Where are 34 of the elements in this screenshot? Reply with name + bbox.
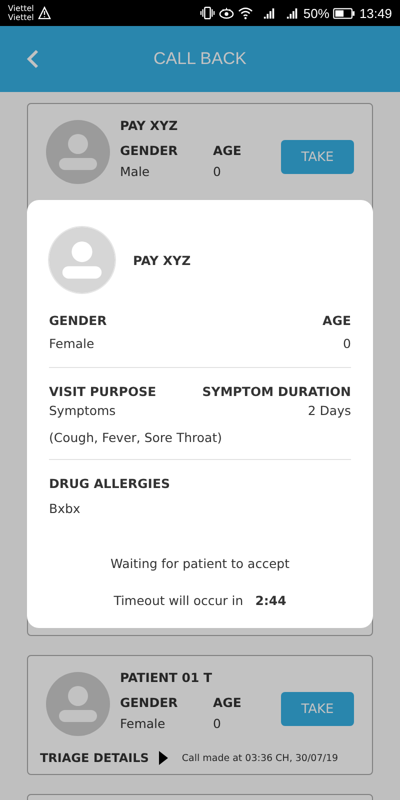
age-label: AGE	[213, 695, 242, 710]
gender-value: Female	[49, 336, 94, 351]
drug-allergies-value: Bxbx	[49, 501, 82, 516]
visit-purpose-value: Symptoms	[49, 403, 116, 418]
age-label: AGE	[213, 143, 242, 158]
waiting-message: Waiting for patient to accept	[110, 556, 290, 571]
visit-purpose-label: VISIT PURPOSE	[49, 384, 156, 399]
carrier-name: Viettel	[8, 13, 34, 22]
take-button[interactable]: TAKE	[281, 692, 354, 726]
symptom-duration-value: 2 Days	[308, 403, 351, 418]
drug-allergies-label: DRUG ALLERGIES	[49, 476, 171, 491]
symptoms-text: (Cough, Fever, Sore Throat)	[49, 430, 223, 445]
carrier-name: Viettel	[8, 4, 34, 13]
screen-title: CALL BACK	[152, 49, 248, 69]
symptom-duration-label: SYMPTOM DURATION	[202, 384, 351, 399]
gender-value: Male	[120, 164, 151, 179]
gender-value: Female	[120, 716, 166, 731]
gender-label: GENDER	[120, 143, 179, 158]
age-value: 0	[213, 716, 222, 731]
gender-label: GENDER	[49, 313, 107, 328]
take-button[interactable]: TAKE	[281, 140, 354, 174]
patient-name: PATIENT 01 T	[120, 670, 214, 685]
timeout-countdown: 2:44	[255, 593, 286, 608]
timeout-label: Timeout will occur in	[114, 593, 244, 608]
call-time: Call made at 03:36 CH, 30/07/19	[182, 752, 338, 764]
age-label: AGE	[322, 313, 351, 328]
age-value: 0	[343, 336, 351, 351]
age-value: 0	[213, 164, 222, 179]
triage-details-link[interactable]: TRIAGE DETAILS	[40, 751, 149, 765]
battery-percent: 50%	[303, 6, 330, 20]
gender-label: GENDER	[120, 695, 179, 710]
patient-name: PAY XYZ	[133, 252, 191, 268]
patient-name: PAY XYZ	[120, 118, 179, 133]
clock-time: 13:49	[359, 6, 392, 20]
